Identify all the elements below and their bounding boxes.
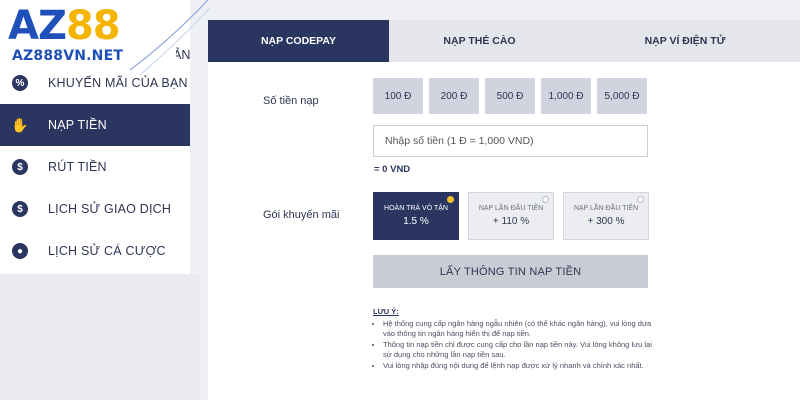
deposit-panel: NẠP CODEPAY NẠP THẺ CÀO NẠP VÍ ĐIỆN TỬ S… xyxy=(208,20,800,400)
sidebar-item-transaction-history[interactable]: $ LỊCH SỬ GIAO DỊCH xyxy=(0,188,190,230)
notice-title: LƯU Ý: xyxy=(373,307,399,316)
amount-label: Số tiền nạp xyxy=(263,95,319,107)
tab-e-wallet[interactable]: NẠP VÍ ĐIỆN TỬ xyxy=(570,20,800,62)
withdraw-icon: $ xyxy=(12,159,28,175)
sidebar-item-label: LỊCH SỬ GIAO DỊCH xyxy=(48,202,172,216)
amount-option-200[interactable]: 200 Đ xyxy=(429,78,479,114)
promo-option-first-deposit-300[interactable]: NẠP LẦN ĐẦU TIÊN + 300 % xyxy=(563,192,649,240)
notice-section: LƯU Ý: Hệ thống cung cấp ngân hàng ngẫu … xyxy=(373,307,653,372)
radio-icon xyxy=(637,196,644,203)
amount-option-5000[interactable]: 5,000 Đ xyxy=(597,78,647,114)
sidebar-item-deposit[interactable]: ✋ NẠP TIỀN xyxy=(0,104,190,146)
sidebar-item-label: LỊCH SỬ CÁ CƯỢC xyxy=(48,244,166,258)
logo-swoosh-icon xyxy=(130,0,210,75)
promo-value: 1.5 % xyxy=(403,216,429,227)
radio-selected-icon xyxy=(447,196,454,203)
promo-value: + 110 % xyxy=(492,216,530,227)
sidebar-item-bet-history[interactable]: ● LỊCH SỬ CÁ CƯỢC xyxy=(0,230,190,272)
promo-option-rebate[interactable]: HOÀN TRẢ VÔ TẬN 1.5 % xyxy=(373,192,459,240)
notice-item: Thông tin nạp tiền chỉ được cung cấp cho… xyxy=(383,340,653,360)
deposit-tabs: NẠP CODEPAY NẠP THẺ CÀO NẠP VÍ ĐIỆN TỬ xyxy=(208,20,800,62)
tab-codepay[interactable]: NẠP CODEPAY xyxy=(208,20,389,62)
gift-icon: % xyxy=(12,75,28,91)
promo-label: Gói khuyến mãi xyxy=(263,209,340,221)
amount-option-500[interactable]: 500 Đ xyxy=(485,78,535,114)
amount-option-1000[interactable]: 1,000 Đ xyxy=(541,78,591,114)
transaction-icon: $ xyxy=(12,201,28,217)
promo-value: + 300 % xyxy=(587,216,625,227)
promo-option-first-deposit-110[interactable]: NẠP LẦN ĐẦU TIÊN + 110 % xyxy=(468,192,554,240)
sidebar-item-label: RÚT TIỀN xyxy=(48,160,107,174)
sidebar-item-label: NẠP TIỀN xyxy=(48,118,107,132)
tab-scratch-card[interactable]: NẠP THẺ CÀO xyxy=(389,20,570,62)
logo-wordmark: AZ88 xyxy=(8,3,121,49)
sidebar-background xyxy=(0,274,200,400)
ball-icon: ● xyxy=(12,243,28,259)
sidebar-item-withdraw[interactable]: $ RÚT TIỀN xyxy=(0,146,190,188)
amount-input[interactable] xyxy=(373,125,648,157)
get-deposit-info-button[interactable]: LẤY THÔNG TIN NẠP TIỀN xyxy=(373,255,648,288)
amount-option-100[interactable]: 100 Đ xyxy=(373,78,423,114)
brand-logo[interactable]: TÀI KHOẢN AZ88 AZ888VN.NET xyxy=(0,0,210,75)
notice-list: Hệ thống cung cấp ngân hàng ngẫu nhiên (… xyxy=(373,319,653,371)
radio-icon xyxy=(542,196,549,203)
sidebar-item-label: KHUYẾN MÃI CỦA BẠN xyxy=(48,76,188,90)
notice-item: Hệ thống cung cấp ngân hàng ngẫu nhiên (… xyxy=(383,319,653,339)
logo-url: AZ888VN.NET xyxy=(12,48,124,64)
promo-title: HOÀN TRẢ VÔ TẬN xyxy=(384,205,448,212)
deposit-icon: ✋ xyxy=(11,116,29,133)
promo-title: NẠP LẦN ĐẦU TIÊN xyxy=(478,205,544,212)
notice-item: Vui lòng nhập đúng nội dung để lệnh nạp … xyxy=(383,361,653,371)
converted-amount: = 0 VND xyxy=(374,164,411,175)
promo-title: NẠP LẦN ĐẦU TIÊN xyxy=(573,205,639,212)
